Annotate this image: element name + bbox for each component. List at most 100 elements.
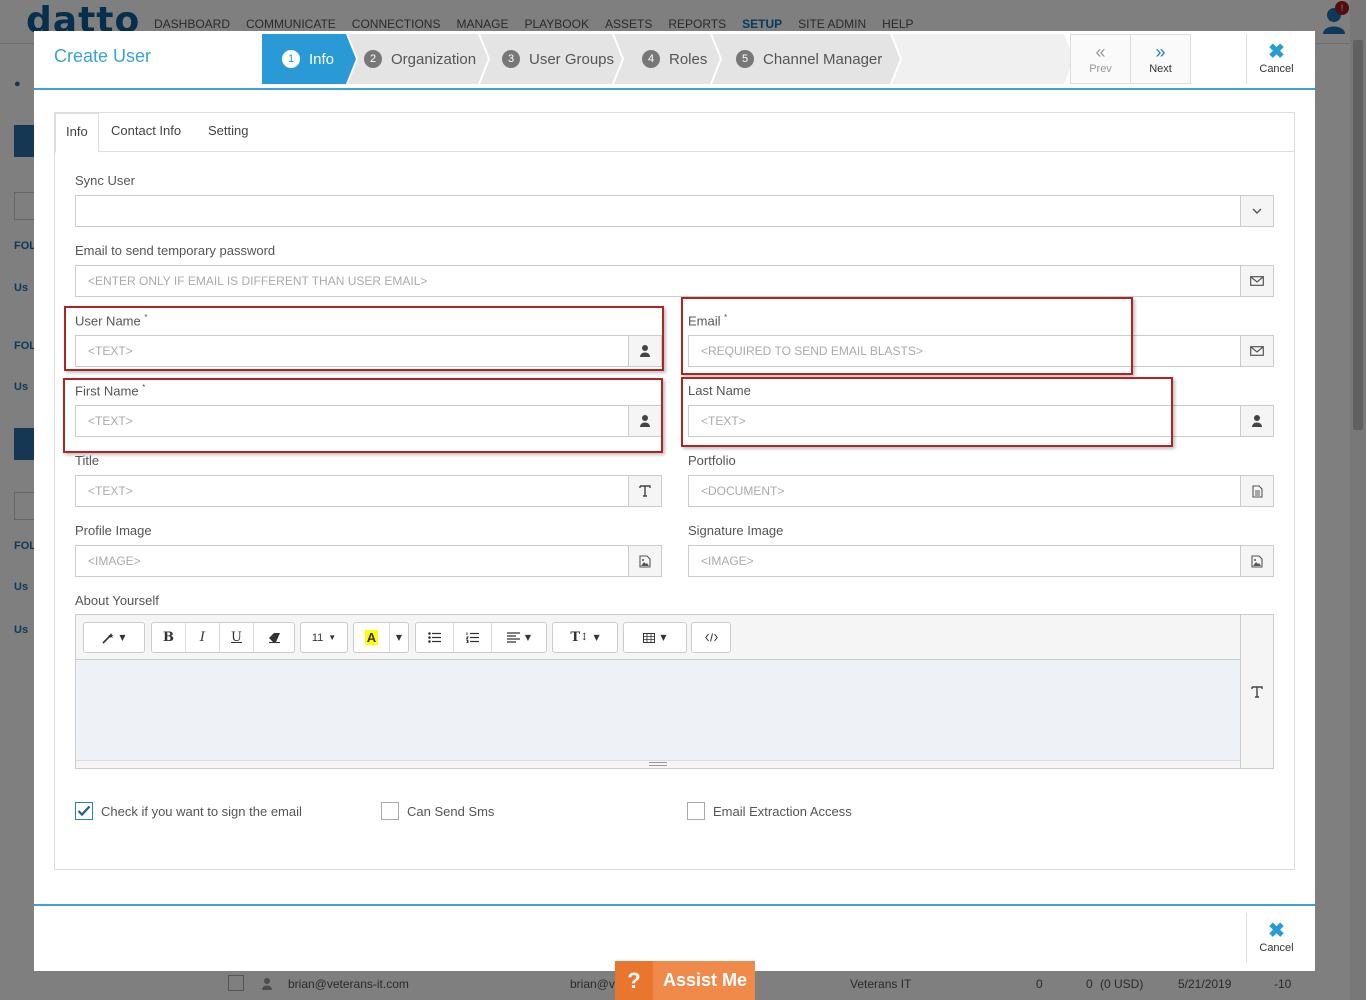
- profile-image-label: Profile Image: [75, 523, 152, 538]
- image-icon[interactable]: [628, 546, 661, 576]
- close-icon: ✖: [1268, 920, 1285, 942]
- signature-image-placeholder: <IMAGE>: [701, 554, 754, 568]
- toolbar-group-style: ▼: [83, 622, 145, 653]
- step-number: 1: [282, 50, 300, 68]
- tab-info[interactable]: Info: [55, 113, 99, 153]
- about-label: About Yourself: [75, 593, 159, 608]
- table-dropdown[interactable]: ▼: [624, 623, 686, 652]
- step-label: Info: [309, 50, 335, 68]
- sync-user-select[interactable]: [75, 195, 1274, 227]
- tab-setting[interactable]: Setting: [198, 113, 258, 153]
- step-label: Organization: [391, 50, 477, 68]
- step-user-groups[interactable]: 3 User Groups: [480, 34, 622, 84]
- bold-button[interactable]: B: [152, 623, 186, 652]
- ordered-list-button[interactable]: [454, 623, 492, 652]
- eraser-icon: [268, 632, 280, 643]
- unordered-list-button[interactable]: [416, 623, 454, 652]
- highlight-box-email: [681, 297, 1133, 375]
- text-height-dropdown[interactable]: T ↕ ▼: [553, 623, 617, 652]
- sign-email-checkbox[interactable]: Check if you want to sign the email: [75, 802, 302, 820]
- toolbar-group-code: [691, 622, 731, 653]
- signature-image-input[interactable]: <IMAGE>: [688, 545, 1274, 577]
- checkbox-label: Email Extraction Access: [713, 803, 852, 819]
- step-roles[interactable]: 4 Roles: [614, 34, 720, 84]
- highlight-box-first-name: [63, 378, 663, 453]
- color-dropdown[interactable]: ▼: [390, 623, 408, 652]
- portfolio-label: Portfolio: [688, 453, 736, 468]
- chevron-down-icon[interactable]: [1240, 196, 1273, 226]
- toolbar-group-color: A ▼: [353, 622, 409, 653]
- step-number: 5: [736, 50, 754, 68]
- cancel-label: Cancel: [1259, 63, 1294, 75]
- title-placeholder: <TEXT>: [88, 484, 133, 498]
- font-size-dropdown[interactable]: 11 ▼: [301, 623, 347, 652]
- next-label: Next: [1149, 63, 1172, 75]
- assist-label: Assist Me: [663, 970, 748, 990]
- can-send-sms-checkbox[interactable]: Can Send Sms: [381, 802, 494, 820]
- italic-button[interactable]: I: [186, 623, 220, 652]
- tab-contact-info[interactable]: Contact Info: [101, 113, 191, 153]
- step-number: 2: [364, 50, 382, 68]
- next-button[interactable]: » Next: [1130, 34, 1191, 84]
- toolbar-group-lists: ▼: [415, 622, 547, 653]
- text-color-icon: A: [364, 630, 379, 645]
- text-height-icon: T: [570, 630, 581, 645]
- modal-header: Create User 1 Info 2 Organization 3 User…: [34, 31, 1315, 90]
- step-label: User Groups: [529, 50, 615, 68]
- document-icon[interactable]: [1240, 476, 1273, 506]
- align-dropdown[interactable]: ▼: [492, 623, 546, 652]
- email-extraction-checkbox[interactable]: Email Extraction Access: [687, 802, 852, 820]
- toolbar-group-format: B I U: [151, 622, 295, 653]
- toolbar-group-text: T ↕ ▼: [552, 622, 618, 653]
- step-number: 3: [502, 50, 520, 68]
- close-icon: ✖: [1268, 41, 1285, 63]
- step-number: 4: [642, 50, 660, 68]
- magic-wand-icon: [102, 632, 115, 644]
- envelope-icon: [1240, 266, 1273, 296]
- profile-image-placeholder: <IMAGE>: [88, 554, 141, 568]
- prev-button[interactable]: « Prev: [1070, 34, 1131, 84]
- profile-image-input[interactable]: <IMAGE>: [75, 545, 662, 577]
- step-label: Roles: [669, 50, 708, 68]
- highlight-box-last-name: [681, 377, 1173, 447]
- question-icon: ?: [615, 961, 653, 1000]
- step-channel-manager[interactable]: 5 Channel Manager: [712, 34, 900, 84]
- cancel-button-bottom[interactable]: ✖ Cancel: [1246, 913, 1306, 963]
- toolbar-group-fontsize: 11 ▼: [300, 622, 348, 653]
- code-view-button[interactable]: [692, 623, 730, 652]
- create-user-modal: Create User 1 Info 2 Organization 3 User…: [34, 31, 1315, 971]
- title-label: Title: [75, 453, 100, 468]
- image-icon[interactable]: [1240, 546, 1273, 576]
- eraser-button[interactable]: [254, 623, 294, 652]
- portfolio-input[interactable]: <DOCUMENT>: [688, 475, 1274, 507]
- checkmark-icon: [77, 805, 91, 817]
- checkbox-unchecked[interactable]: [381, 802, 399, 820]
- title-input[interactable]: <TEXT>: [75, 475, 662, 507]
- editor-content-area[interactable]: [76, 660, 1241, 760]
- step-organization[interactable]: 2 Organization: [348, 34, 488, 84]
- step-info[interactable]: 1 Info: [262, 34, 356, 84]
- signature-image-label: Signature Image: [688, 523, 784, 538]
- checkbox-label: Check if you want to sign the email: [101, 803, 302, 819]
- cancel-button-top[interactable]: ✖ Cancel: [1246, 34, 1306, 84]
- prev-label: Prev: [1089, 63, 1112, 75]
- align-left-icon: [506, 632, 520, 643]
- bullet-list-icon: [428, 632, 441, 643]
- portfolio-placeholder: <DOCUMENT>: [701, 484, 785, 498]
- double-chevron-left-icon: «: [1095, 42, 1106, 62]
- temp-email-input[interactable]: <ENTER ONLY IF EMAIL IS DIFFERENT THAN U…: [75, 265, 1274, 297]
- highlight-box-user-name: [64, 306, 664, 371]
- magic-wand-dropdown[interactable]: ▼: [84, 623, 144, 652]
- assist-me-button[interactable]: ? Assist Me: [615, 961, 755, 1000]
- toolbar-group-table: ▼: [623, 622, 687, 653]
- editor-resize-handle[interactable]: [76, 760, 1241, 768]
- checkbox-checked[interactable]: [75, 802, 93, 820]
- sync-user-label: Sync User: [75, 173, 135, 188]
- step-label: Channel Manager: [763, 50, 883, 68]
- text-icon: [628, 476, 661, 506]
- underline-button[interactable]: U: [220, 623, 254, 652]
- wizard-spacer: [892, 34, 1074, 84]
- checkbox-unchecked[interactable]: [687, 802, 705, 820]
- table-icon: [643, 632, 656, 643]
- highlight-color-button[interactable]: A: [354, 623, 390, 652]
